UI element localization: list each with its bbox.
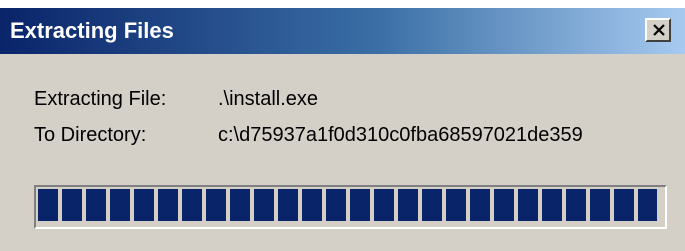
to-directory-value: c:\d75937a1f0d310c0fba68597021de359: [218, 124, 583, 146]
window-title: Extracting Files: [10, 18, 174, 43]
progress-block: [254, 189, 274, 221]
progress-block: [110, 189, 130, 221]
progress-block: [230, 189, 250, 221]
progress-block: [638, 189, 657, 221]
to-directory-row: To Directory: c:\d75937a1f0d310c0fba68597…: [34, 123, 583, 147]
extraction-progress-bar: [34, 185, 667, 229]
progress-block: [614, 189, 634, 221]
progress-block: [182, 189, 202, 221]
progress-block: [590, 189, 610, 221]
progress-block: [422, 189, 442, 221]
progress-block: [542, 189, 562, 221]
extract-dialog: Extracting Files Extracting File: .\insta…: [0, 8, 685, 251]
progress-block: [446, 189, 466, 221]
progress-block: [134, 189, 154, 221]
progress-block: [278, 189, 298, 221]
progress-block: [566, 189, 586, 221]
progress-block: [302, 189, 322, 221]
close-button[interactable]: [645, 18, 671, 42]
extracting-file-row: Extracting File: .\install.exe: [34, 87, 318, 111]
progress-block: [38, 189, 58, 221]
extracting-file-value: .\install.exe: [218, 88, 319, 110]
progress-block: [86, 189, 106, 221]
progress-block: [494, 189, 514, 221]
progress-block: [206, 189, 226, 221]
progress-block: [398, 189, 418, 221]
progress-fill: [38, 189, 657, 225]
title-bar[interactable]: Extracting Files: [0, 8, 685, 54]
close-x-icon: [653, 24, 665, 36]
progress-block: [158, 189, 178, 221]
progress-block: [350, 189, 370, 221]
extracting-file-label: Extracting File:: [34, 88, 167, 110]
progress-block: [518, 189, 538, 221]
progress-block: [374, 189, 394, 221]
progress-block: [62, 189, 82, 221]
progress-block: [470, 189, 490, 221]
progress-track: [38, 189, 663, 225]
progress-block: [326, 189, 346, 221]
to-directory-label: To Directory:: [34, 124, 147, 146]
